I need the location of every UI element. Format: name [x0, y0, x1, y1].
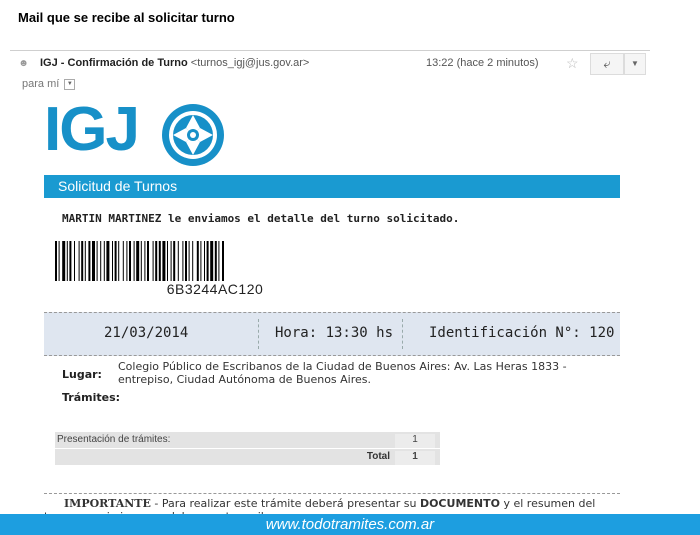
recipient-dropdown-icon[interactable]: ▼ — [64, 78, 76, 90]
logo-text: IGJ — [44, 95, 140, 164]
table-total-row: Total 1 — [55, 449, 440, 466]
barcode — [55, 241, 224, 281]
intro-text: MARTIN MARTINEZ le enviamos el detalle d… — [62, 212, 460, 225]
table-row: Presentación de trámites: 1 — [55, 432, 440, 449]
sender-name[interactable]: IGJ - Confirmación de Turno — [40, 57, 188, 69]
tramite-qty: 1 — [395, 434, 435, 448]
page-heading: Mail que se recibe al solicitar turno — [18, 10, 235, 25]
tramites-table: Presentación de trámites: 1 Total 1 — [55, 432, 440, 466]
lugar-label: Lugar: — [62, 368, 102, 381]
chevron-down-icon: ▼ — [631, 59, 639, 68]
divider — [258, 319, 260, 349]
email-time: 13:22 (hace 2 minutos) — [426, 57, 539, 69]
footer-url: www.todotramites.com.ar — [0, 514, 700, 535]
reply-icon: ⤶ — [603, 56, 611, 71]
recipient-line: para mí ▼ — [22, 78, 76, 90]
email-header: ☻ IGJ - Confirmación de Turno <turnos_ig… — [18, 53, 648, 75]
star-icon[interactable]: ☆ — [566, 55, 579, 72]
more-options-button[interactable]: ▼ — [624, 53, 646, 75]
lugar-value: Colegio Público de Escribanos de la Ciud… — [118, 360, 567, 386]
recipient-label: para mí — [22, 78, 60, 90]
divider — [402, 319, 404, 349]
sender-email[interactable]: <turnos_igj@jus.gov.ar> — [191, 57, 310, 69]
title-banner: Solicitud de Turnos — [44, 175, 620, 198]
sender[interactable]: IGJ - Confirmación de Turno <turnos_igj@… — [40, 57, 309, 69]
importante-label: IMPORTANTE — [64, 497, 151, 510]
divider — [10, 50, 650, 51]
reply-button[interactable]: ⤶ — [590, 53, 624, 75]
banner-title: Solicitud de Turnos — [58, 178, 178, 194]
barcode-number: 6B3244AC120 — [166, 281, 264, 297]
total-value: 1 — [395, 451, 435, 465]
total-label: Total — [366, 451, 390, 462]
appointment-info-box: 21/03/2014 Hora: 13:30 hs Identificación… — [44, 312, 620, 356]
appointment-date: 21/03/2014 — [104, 325, 189, 341]
importante-doc: DOCUMENTO — [419, 497, 500, 510]
tramite-name: Presentación de trámites: — [57, 434, 171, 445]
appointment-time: Hora: 13:30 hs — [275, 325, 394, 341]
divider — [44, 493, 620, 494]
importante-text-1: - Para realizar este trámite deberá pres… — [150, 497, 420, 510]
tramites-label: Trámites: — [62, 391, 121, 404]
appointment-id: Identificación N°: 120 — [429, 325, 615, 341]
person-icon: ☻ — [18, 58, 29, 69]
logo-emblem-icon — [162, 104, 224, 166]
